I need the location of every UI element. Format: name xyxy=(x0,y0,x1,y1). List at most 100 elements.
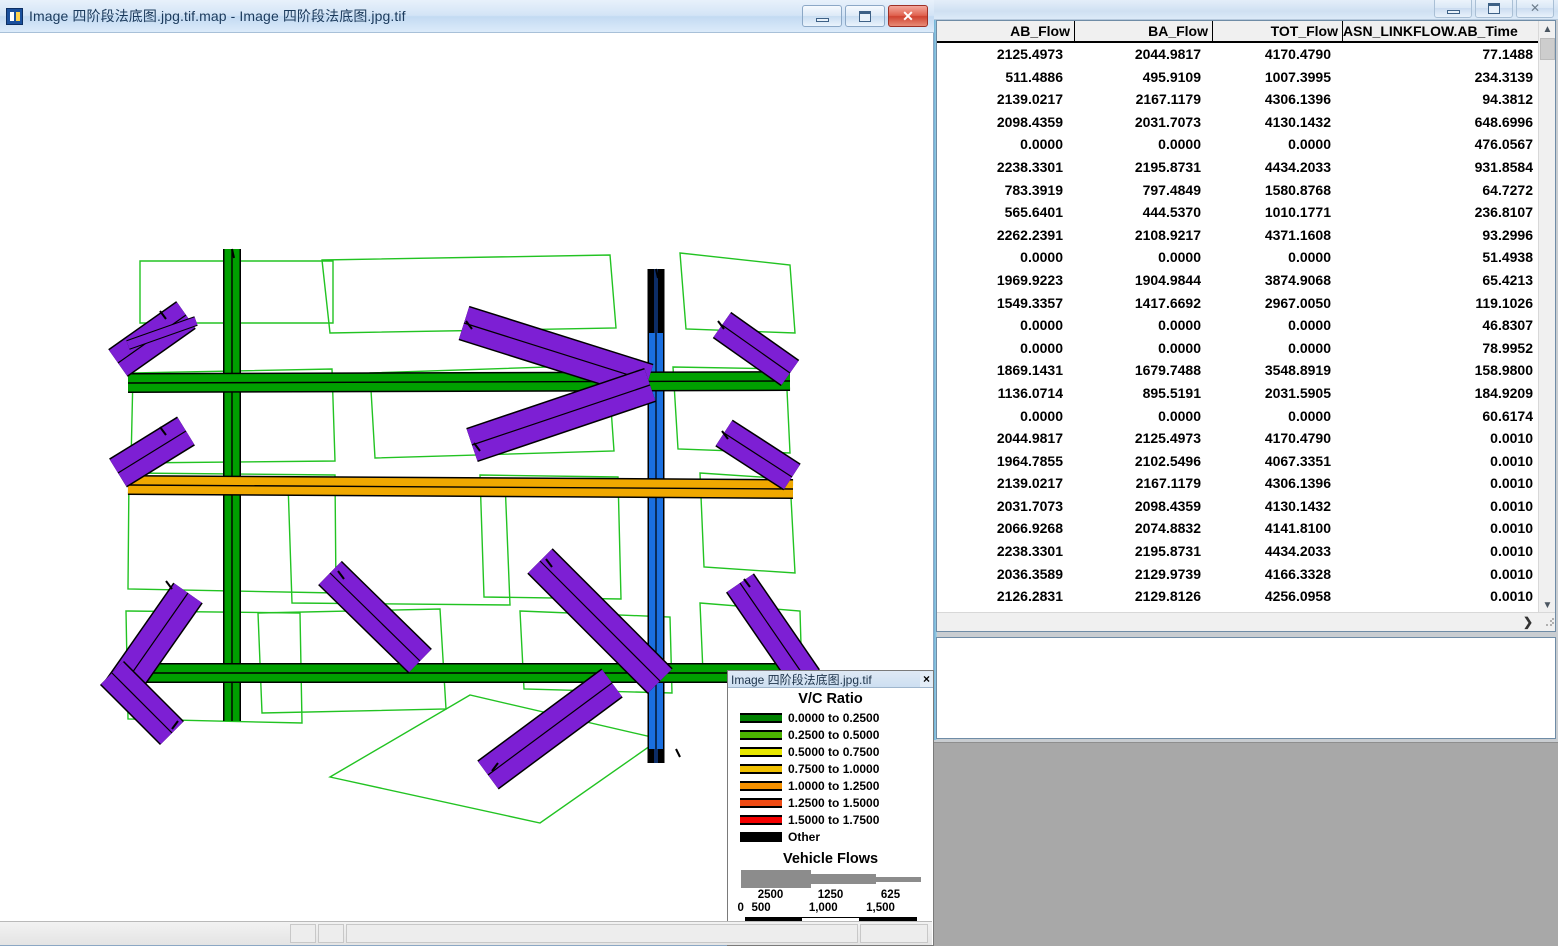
column-header-tot-flow[interactable]: TOT_Flow xyxy=(1213,21,1343,41)
table-cell[interactable]: 4306.1396 xyxy=(1213,88,1343,111)
table-cell[interactable]: 1136.0714 xyxy=(937,382,1075,405)
table-cell[interactable]: 444.5370 xyxy=(1075,201,1213,224)
table-row[interactable]: 565.6401 444.5370 1010.1771 236.8107 xyxy=(937,201,1555,224)
table-cell[interactable]: 3874.9068 xyxy=(1213,269,1343,292)
vc-legend-item[interactable]: 1.0000 to 1.2500 xyxy=(728,777,933,794)
table-cell[interactable]: 648.6996 xyxy=(1343,111,1555,134)
table-minimize-button[interactable] xyxy=(1434,0,1472,18)
legend-panel[interactable]: Image 四阶段法底图.jpg.tif × V/C Ratio 0.0000 … xyxy=(727,670,934,946)
data-grid[interactable]: AB_Flow BA_Flow TOT_Flow ASN_LINKFLOW.AB… xyxy=(936,20,1556,632)
table-cell[interactable]: 4256.0958 xyxy=(1213,585,1343,608)
status-tool-2[interactable] xyxy=(318,924,344,943)
table-cell[interactable]: 0.0010 xyxy=(1343,427,1555,450)
scroll-up-icon[interactable]: ▲ xyxy=(1539,21,1555,38)
table-cell[interactable]: 0.0010 xyxy=(1343,495,1555,518)
table-cell[interactable]: 0.0000 xyxy=(1075,246,1213,269)
table-cell[interactable]: 2129.8126 xyxy=(1075,585,1213,608)
table-cell[interactable]: 2126.2831 xyxy=(937,585,1075,608)
table-cell[interactable]: 495.9109 xyxy=(1075,66,1213,89)
table-cell[interactable]: 2044.9817 xyxy=(937,427,1075,450)
table-row[interactable]: 2125.4973 2044.9817 4170.4790 77.1488 xyxy=(937,43,1555,66)
table-cell[interactable]: 4067.3351 xyxy=(1213,450,1343,473)
resize-grip-icon[interactable] xyxy=(1545,617,1555,627)
grid-vertical-scrollbar[interactable]: ▲ ▼ xyxy=(1538,21,1555,614)
table-cell[interactable]: 476.0567 xyxy=(1343,133,1555,156)
vc-legend-item[interactable]: 0.5000 to 0.7500 xyxy=(728,743,933,760)
table-cell[interactable]: 1580.8768 xyxy=(1213,179,1343,202)
table-cell[interactable]: 236.8107 xyxy=(1343,201,1555,224)
table-cell[interactable]: 0.0000 xyxy=(1075,337,1213,360)
table-cell[interactable]: 1969.9223 xyxy=(937,269,1075,292)
table-cell[interactable]: 0.0000 xyxy=(937,246,1075,269)
table-cell[interactable]: 4130.1432 xyxy=(1213,111,1343,134)
table-cell[interactable]: 0.0000 xyxy=(1075,133,1213,156)
table-cell[interactable]: 0.0010 xyxy=(1343,563,1555,586)
table-cell[interactable]: 78.9952 xyxy=(1343,337,1555,360)
column-header-ab-flow[interactable]: AB_Flow xyxy=(937,21,1075,41)
table-cell[interactable]: 1007.3995 xyxy=(1213,66,1343,89)
table-cell[interactable]: 51.4938 xyxy=(1343,246,1555,269)
table-cell[interactable]: 2967.0050 xyxy=(1213,292,1343,315)
close-button[interactable]: ✕ xyxy=(888,5,928,27)
table-cell[interactable]: 77.1488 xyxy=(1343,43,1555,66)
table-cell[interactable]: 4306.1396 xyxy=(1213,472,1343,495)
table-cell[interactable]: 0.0000 xyxy=(937,133,1075,156)
table-cell[interactable]: 2129.9739 xyxy=(1075,563,1213,586)
table-cell[interactable]: 2031.5905 xyxy=(1213,382,1343,405)
table-cell[interactable]: 2098.4359 xyxy=(937,111,1075,134)
vc-legend-item[interactable]: 0.0000 to 0.2500 xyxy=(728,709,933,726)
table-cell[interactable]: 2044.9817 xyxy=(1075,43,1213,66)
table-cell[interactable]: 93.2996 xyxy=(1343,224,1555,247)
table-cell[interactable]: 1417.6692 xyxy=(1075,292,1213,315)
table-row[interactable]: 0.0000 0.0000 0.0000 46.8307 xyxy=(937,314,1555,337)
column-header-ba-flow[interactable]: BA_Flow xyxy=(1075,21,1213,41)
table-cell[interactable]: 158.9800 xyxy=(1343,359,1555,382)
table-cell[interactable]: 4166.3328 xyxy=(1213,563,1343,586)
table-cell[interactable]: 2125.4973 xyxy=(1075,427,1213,450)
table-cell[interactable]: 4434.2033 xyxy=(1213,156,1343,179)
table-cell[interactable]: 4170.4790 xyxy=(1213,43,1343,66)
table-cell[interactable]: 94.3812 xyxy=(1343,88,1555,111)
table-cell[interactable]: 60.6174 xyxy=(1343,405,1555,428)
table-row[interactable]: 1869.1431 1679.7488 3548.8919 158.9800 xyxy=(937,359,1555,382)
table-cell[interactable]: 2195.8731 xyxy=(1075,540,1213,563)
vc-legend-item[interactable]: 0.2500 to 0.5000 xyxy=(728,726,933,743)
vc-legend-item[interactable]: Other xyxy=(728,828,933,845)
legend-close-icon[interactable]: × xyxy=(920,671,933,687)
table-cell[interactable]: 2074.8832 xyxy=(1075,517,1213,540)
table-cell[interactable]: 1010.1771 xyxy=(1213,201,1343,224)
table-cell[interactable]: 2262.2391 xyxy=(937,224,1075,247)
table-cell[interactable]: 4170.4790 xyxy=(1213,427,1343,450)
table-cell[interactable]: 0.0000 xyxy=(937,405,1075,428)
table-row[interactable]: 2044.9817 2125.4973 4170.4790 0.0010 xyxy=(937,427,1555,450)
table-row[interactable]: 2031.7073 2098.4359 4130.1432 0.0010 xyxy=(937,495,1555,518)
table-cell[interactable]: 565.6401 xyxy=(937,201,1075,224)
grid-vscroll-thumb[interactable] xyxy=(1540,38,1555,60)
table-row[interactable]: 0.0000 0.0000 0.0000 78.9952 xyxy=(937,337,1555,360)
table-cell[interactable]: 2238.3301 xyxy=(937,156,1075,179)
table-cell[interactable]: 1869.1431 xyxy=(937,359,1075,382)
table-row[interactable]: 2262.2391 2108.9217 4371.1608 93.2996 xyxy=(937,224,1555,247)
table-cell[interactable]: 184.9209 xyxy=(1343,382,1555,405)
table-cell[interactable]: 2036.3589 xyxy=(937,563,1075,586)
scroll-right-icon[interactable]: ❯ xyxy=(1523,615,1533,629)
table-cell[interactable]: 0.0000 xyxy=(1213,405,1343,428)
table-cell[interactable]: 1549.3357 xyxy=(937,292,1075,315)
table-row[interactable]: 1136.0714 895.5191 2031.5905 184.9209 xyxy=(937,382,1555,405)
table-cell[interactable]: 65.4213 xyxy=(1343,269,1555,292)
table-cell[interactable]: 895.5191 xyxy=(1075,382,1213,405)
table-cell[interactable]: 0.0010 xyxy=(1343,472,1555,495)
table-close-button[interactable]: ✕ xyxy=(1516,0,1554,18)
table-row[interactable]: 1969.9223 1904.9844 3874.9068 65.4213 xyxy=(937,269,1555,292)
vc-legend-item[interactable]: 1.2500 to 1.5000 xyxy=(728,794,933,811)
table-cell[interactable]: 3548.8919 xyxy=(1213,359,1343,382)
table-cell[interactable]: 0.0000 xyxy=(1075,314,1213,337)
column-header-ab-time[interactable]: ASN_LINKFLOW.AB_Time xyxy=(1343,21,1555,41)
table-cell[interactable]: 2195.8731 xyxy=(1075,156,1213,179)
table-cell[interactable]: 931.8584 xyxy=(1343,156,1555,179)
table-row[interactable]: 511.4886 495.9109 1007.3995 234.3139 xyxy=(937,66,1555,89)
table-cell[interactable]: 511.4886 xyxy=(937,66,1075,89)
table-cell[interactable]: 2102.5496 xyxy=(1075,450,1213,473)
table-cell[interactable]: 0.0000 xyxy=(1213,337,1343,360)
table-cell[interactable]: 46.8307 xyxy=(1343,314,1555,337)
